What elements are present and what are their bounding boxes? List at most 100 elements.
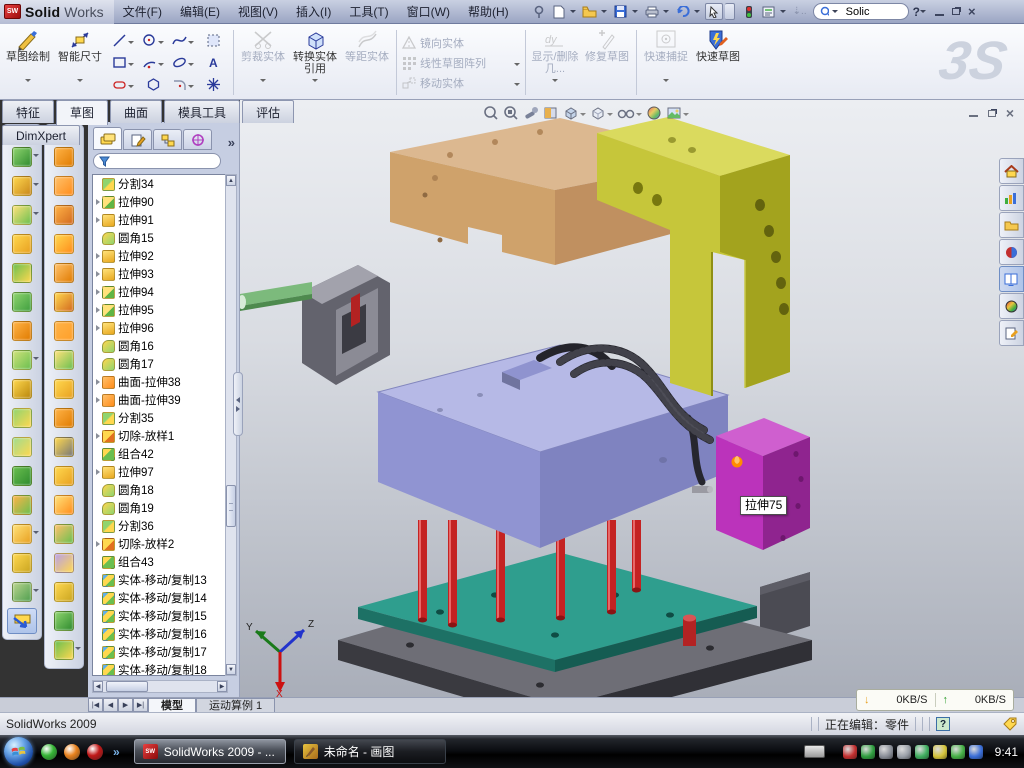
- view-orientation-icon[interactable]: [563, 105, 586, 121]
- toolbar-icon[interactable]: [54, 147, 74, 167]
- expand-arrow-icon[interactable]: [93, 325, 102, 331]
- feature-tree-item[interactable]: 拉伸91: [93, 211, 225, 229]
- toolbar-icon[interactable]: [12, 263, 32, 283]
- feature-label[interactable]: 切除-放样2: [118, 536, 174, 552]
- section-view-icon[interactable]: [543, 105, 559, 121]
- feature-tree-item[interactable]: 拉伸97: [93, 463, 225, 481]
- scroll-up-button[interactable]: ▲: [226, 175, 236, 186]
- graphics-viewport[interactable]: Y Z X × 拉伸75: [240, 100, 1024, 697]
- toolbar-icon[interactable]: [54, 582, 74, 602]
- search-box[interactable]: [813, 3, 909, 20]
- command-tab-4[interactable]: 模具工具: [164, 100, 240, 123]
- 3d-green-bar[interactable]: [240, 282, 312, 313]
- apply-scene-caret-icon[interactable]: [683, 113, 689, 116]
- save-icon[interactable]: [612, 3, 630, 20]
- feature-label[interactable]: 实体-移动/复制18: [118, 662, 207, 676]
- search-input[interactable]: [844, 5, 902, 19]
- toolbar-icon[interactable]: [12, 176, 32, 196]
- smart-dimension-caret-icon[interactable]: [77, 79, 83, 82]
- feature-tree-item[interactable]: 切除-放样2: [93, 535, 225, 553]
- toolbar-flyout-caret-icon[interactable]: [33, 154, 39, 157]
- solidworks-quicklaunch-icon[interactable]: [87, 744, 103, 760]
- feature-label[interactable]: 拉伸93: [118, 266, 154, 282]
- feature-label[interactable]: 分割35: [118, 410, 154, 426]
- toolbar-icon[interactable]: [54, 466, 74, 486]
- feature-label[interactable]: 拉伸94: [118, 284, 154, 300]
- 3d-model-scene[interactable]: Y Z X: [240, 100, 1024, 697]
- toolbar-icon[interactable]: [54, 408, 74, 428]
- menu-item[interactable]: 编辑(E): [171, 5, 229, 19]
- polygon-tool[interactable]: [138, 74, 168, 96]
- messenger-quicklaunch-icon[interactable]: [41, 744, 57, 760]
- scroll-right-button[interactable]: ▶: [217, 681, 227, 692]
- custom-properties-tab[interactable]: [999, 320, 1024, 346]
- feature-tree-item[interactable]: 曲面-拉伸39: [93, 391, 225, 409]
- line-caret-icon[interactable]: [128, 41, 134, 44]
- sketch-fillet-tool[interactable]: [168, 74, 198, 96]
- toolbar-icon[interactable]: [12, 350, 32, 370]
- 3d-gray-clamp[interactable]: [302, 265, 390, 385]
- toolbar-icon[interactable]: [12, 553, 32, 573]
- new-caret-icon[interactable]: [570, 10, 576, 13]
- feature-tree-item[interactable]: 组合43: [93, 553, 225, 571]
- display-style-caret-icon[interactable]: [607, 113, 613, 116]
- feature-label[interactable]: 圆角17: [118, 356, 154, 372]
- file-explorer-tab[interactable]: [999, 212, 1024, 238]
- toolbar-icon[interactable]: [54, 611, 74, 631]
- expand-arrow-icon[interactable]: [93, 433, 102, 439]
- vertical-scroll-thumb[interactable]: [226, 485, 236, 527]
- options-icon[interactable]: [760, 3, 778, 20]
- toolbar-flyout-caret-icon[interactable]: [33, 531, 39, 534]
- command-tab-6[interactable]: DimXpert: [2, 125, 80, 145]
- hide-show-items-icon[interactable]: [617, 105, 642, 121]
- taskbar-clock[interactable]: 9:41: [995, 745, 1018, 759]
- toolbar-icon[interactable]: [12, 234, 32, 254]
- toolbar-flyout-caret-icon[interactable]: [75, 647, 81, 650]
- toolbar-flyout-caret-icon[interactable]: [33, 357, 39, 360]
- traffic-light-icon[interactable]: [740, 3, 758, 20]
- spline-tool[interactable]: [168, 30, 198, 52]
- expand-arrow-icon[interactable]: [93, 253, 102, 259]
- rectangle-caret-icon[interactable]: [128, 63, 134, 66]
- keyboard-layout-icon[interactable]: [804, 745, 825, 758]
- print-caret-icon[interactable]: [663, 10, 669, 13]
- feature-tree-item[interactable]: 组合42: [93, 445, 225, 463]
- slot-caret-icon[interactable]: [128, 85, 134, 88]
- feature-label[interactable]: 拉伸91: [118, 212, 154, 228]
- minimize-button[interactable]: [935, 8, 944, 16]
- toolbar-icon[interactable]: [12, 379, 32, 399]
- expand-arrow-icon[interactable]: [93, 217, 102, 223]
- toolbar-icon[interactable]: [12, 524, 32, 544]
- toolbar-icon[interactable]: [12, 321, 32, 341]
- expand-arrow-icon[interactable]: [93, 271, 102, 277]
- 3d-magenta-block[interactable]: [716, 418, 810, 550]
- menu-item[interactable]: 窗口(W): [398, 5, 459, 19]
- doc-restore-button[interactable]: [988, 110, 996, 117]
- hide-show-caret-icon[interactable]: [636, 113, 642, 116]
- sketch-draw-button[interactable]: 草图绘制: [2, 26, 54, 99]
- apply-scene-icon[interactable]: [666, 105, 689, 121]
- open-caret-icon[interactable]: [601, 10, 607, 13]
- panel-splitter-handle[interactable]: [233, 372, 243, 436]
- feature-label[interactable]: 实体-移动/复制16: [118, 626, 207, 642]
- toolbar-icon[interactable]: [54, 321, 74, 341]
- undo-caret-icon[interactable]: [694, 10, 700, 13]
- toolbar-flyout-caret-icon[interactable]: [33, 589, 39, 592]
- expand-arrow-icon[interactable]: [93, 469, 102, 475]
- first-tab-button[interactable]: |◀: [88, 698, 103, 712]
- feature-label[interactable]: 实体-移动/复制13: [118, 572, 207, 588]
- overflow-tool-icon[interactable]: ⇣..: [791, 3, 809, 20]
- expand-arrow-icon[interactable]: [93, 199, 102, 205]
- rapid-sketch-button[interactable]: 快速草图: [692, 26, 744, 99]
- toolbar-icon[interactable]: [54, 553, 74, 573]
- security-alert-tray-icon[interactable]: [843, 745, 857, 759]
- feature-tree-item[interactable]: 分割35: [93, 409, 225, 427]
- toolbar-icon[interactable]: [12, 292, 32, 312]
- select-caret-icon[interactable]: [725, 3, 735, 20]
- feature-label[interactable]: 组合42: [118, 446, 154, 462]
- smart-dimension-button[interactable]: 智能尺寸: [54, 26, 106, 99]
- status-help-icon[interactable]: ?: [936, 717, 950, 731]
- point-tool[interactable]: [198, 74, 228, 96]
- help-button[interactable]: ?: [913, 5, 920, 19]
- menu-item[interactable]: 帮助(H): [459, 5, 518, 19]
